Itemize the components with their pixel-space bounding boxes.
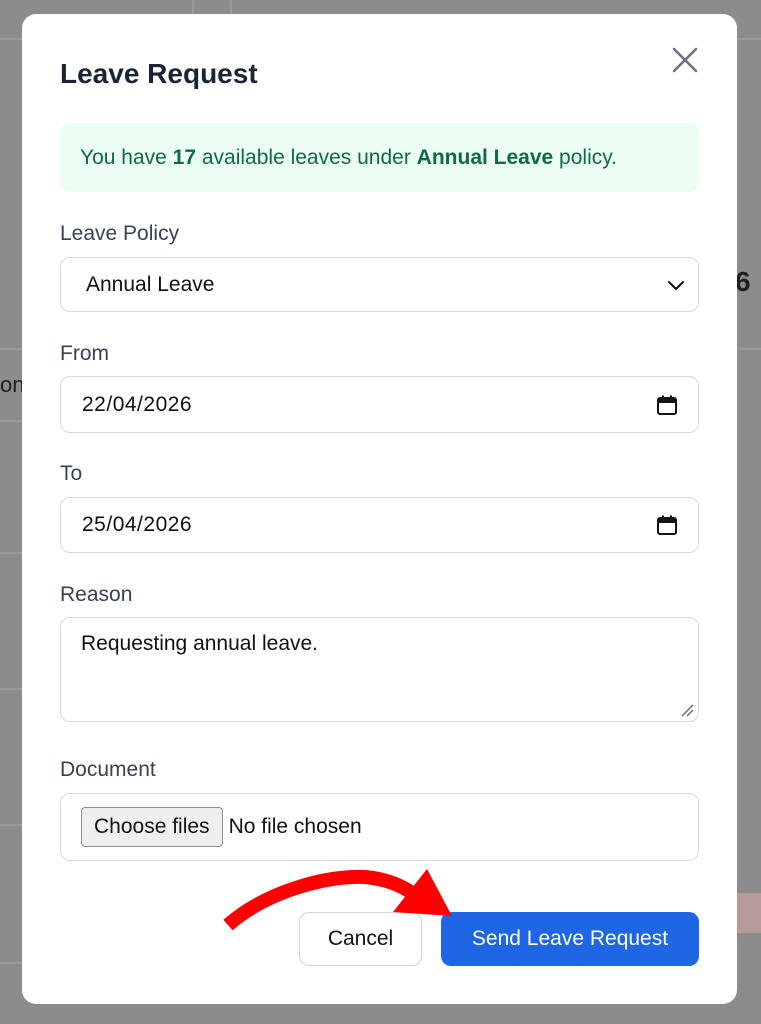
bg-divider: [737, 348, 761, 350]
bg-divider: [192, 0, 194, 14]
to-label: To: [60, 462, 83, 485]
reason-textarea[interactable]: Requesting annual leave.: [60, 617, 699, 722]
bg-divider: [230, 0, 232, 14]
leave-policy-value: Annual Leave: [86, 272, 215, 296]
calendar-icon[interactable]: [656, 394, 678, 416]
leave-policy-select[interactable]: Annual Leave: [60, 257, 699, 312]
bg-divider: [0, 824, 22, 826]
modal-title: Leave Request: [60, 58, 258, 89]
alert-middle: available leaves under: [196, 145, 417, 169]
alert-suffix: policy.: [553, 145, 618, 169]
alert-policy-name: Annual Leave: [416, 145, 554, 169]
bg-badge: [737, 893, 761, 933]
document-file-input[interactable]: Choose files No file chosen: [60, 793, 699, 861]
send-leave-request-button[interactable]: Send Leave Request: [441, 912, 699, 966]
close-icon: [672, 47, 698, 73]
to-date-value: 25/04/2026: [82, 513, 193, 536]
alert-prefix: You have: [80, 145, 173, 169]
bg-divider: [0, 962, 22, 964]
alert-leave-count: 17: [172, 145, 197, 169]
resize-handle-icon[interactable]: [680, 703, 694, 717]
chevron-down-icon: [668, 280, 684, 290]
reason-label: Reason: [60, 583, 133, 606]
choose-files-button[interactable]: Choose files: [81, 807, 223, 847]
bg-divider: [0, 688, 22, 690]
close-button[interactable]: [669, 44, 701, 76]
reason-value: Requesting annual leave.: [81, 632, 319, 655]
bg-partial-text: on: [0, 372, 25, 397]
leave-request-modal: Leave Request You have 17 available leav…: [22, 14, 737, 1004]
document-label: Document: [60, 758, 156, 781]
available-leaves-alert: You have 17 available leaves under Annua…: [60, 123, 699, 192]
file-status-text: No file chosen: [228, 815, 362, 838]
from-label: From: [60, 342, 109, 365]
bg-partial-text: 6: [735, 266, 751, 297]
calendar-icon[interactable]: [656, 514, 678, 536]
from-date-input[interactable]: 22/04/2026: [60, 376, 699, 433]
leave-policy-label: Leave Policy: [60, 222, 180, 245]
cancel-button[interactable]: Cancel: [299, 912, 422, 966]
from-date-value: 22/04/2026: [82, 392, 193, 416]
bg-divider: [0, 420, 22, 422]
bg-divider: [0, 552, 22, 554]
to-date-input[interactable]: 25/04/2026: [60, 497, 699, 553]
bg-divider: [0, 348, 22, 350]
